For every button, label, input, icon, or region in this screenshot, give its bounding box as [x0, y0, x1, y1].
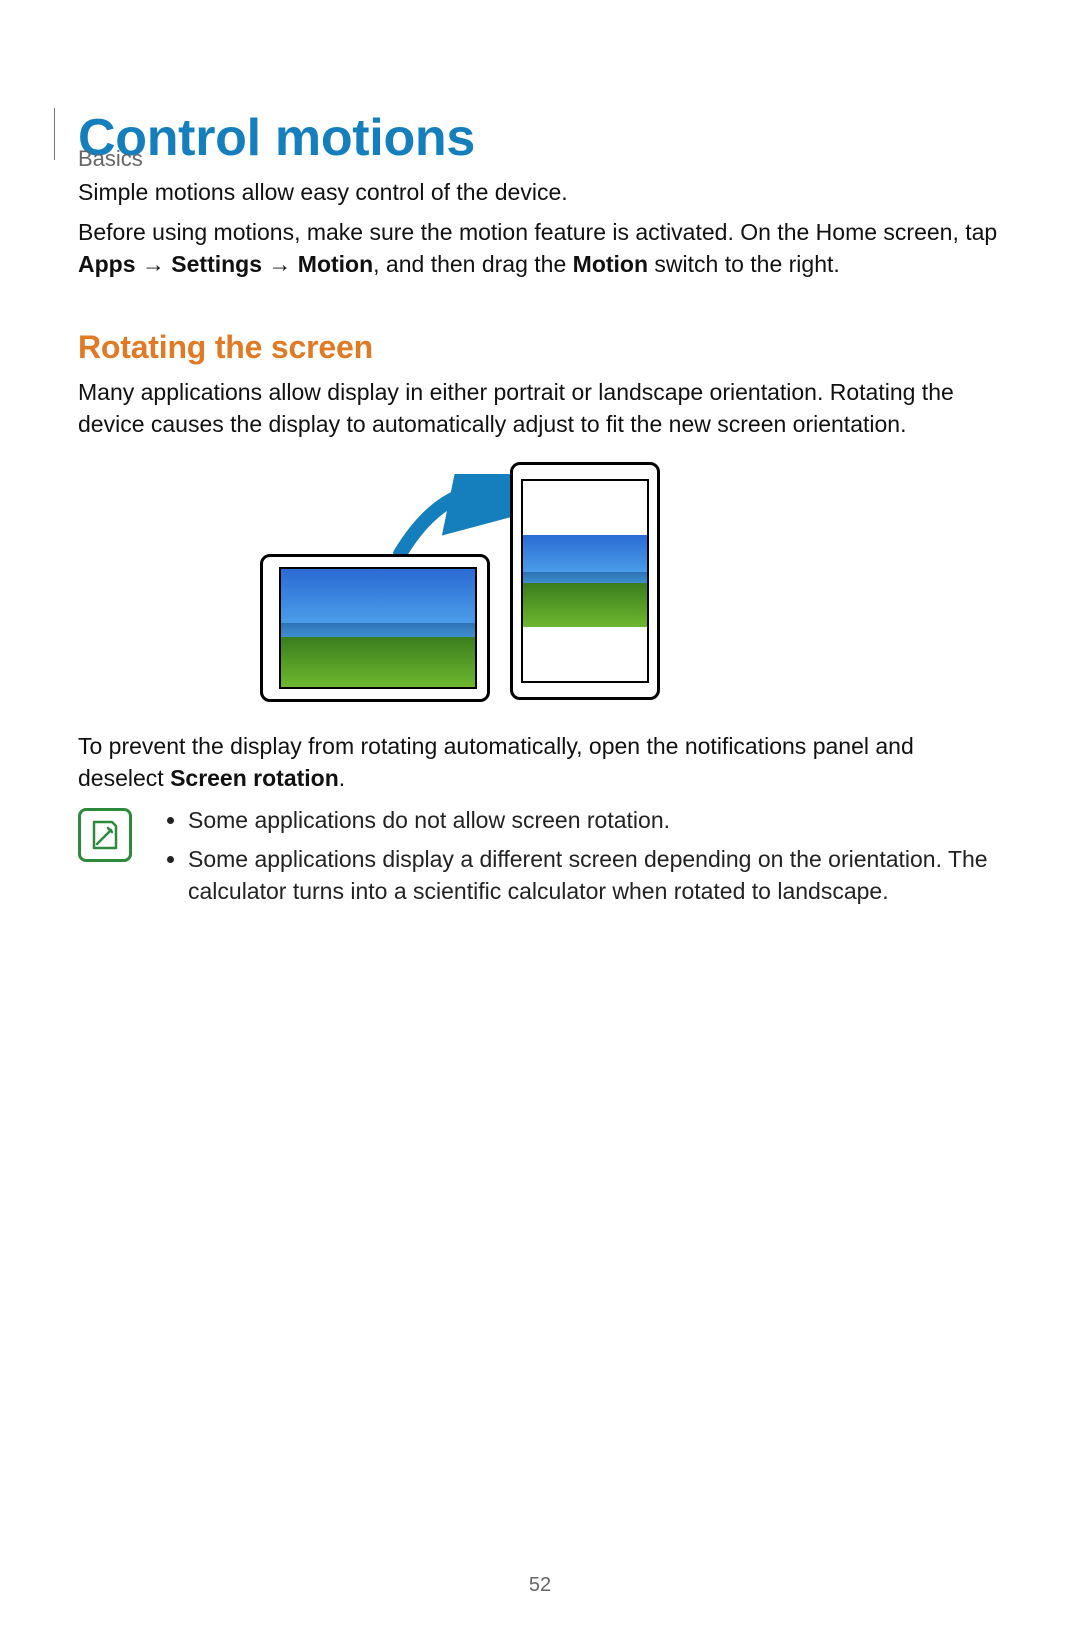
rotate-arrow-icon — [390, 474, 520, 564]
intro-paragraph-1: Simple motions allow easy control of the… — [78, 176, 1002, 208]
device-screen — [521, 479, 649, 683]
figure-stage — [260, 462, 820, 712]
page-tab-mark — [54, 108, 55, 160]
rotation-paragraph-2: To prevent the display from rotating aut… — [78, 730, 1002, 794]
text-run: . — [339, 765, 345, 791]
note-bullets: Some applications do not allow screen ro… — [168, 804, 1002, 913]
section-heading-rotating: Rotating the screen — [78, 329, 1002, 366]
note-item: Some applications do not allow screen ro… — [188, 804, 1002, 836]
rotation-paragraph-1: Many applications allow display in eithe… — [78, 376, 1002, 440]
device-landscape-illustration — [260, 554, 490, 702]
note-icon — [78, 808, 132, 862]
device-portrait-illustration — [510, 462, 660, 700]
apps-label: Apps — [78, 251, 136, 277]
arrow-sep: → — [262, 251, 298, 277]
rotation-figure — [78, 462, 1002, 712]
arrow-sep: → — [136, 251, 172, 277]
page-title: Control motions — [78, 108, 1002, 168]
motion-switch-label: Motion — [573, 251, 648, 277]
note-item: Some applications display a different sc… — [188, 843, 1002, 907]
page-number: 52 — [0, 1574, 1080, 1597]
settings-label: Settings — [171, 251, 262, 277]
photo-illustration — [523, 535, 647, 627]
intro-paragraph-2: Before using motions, make sure the moti… — [78, 216, 1002, 280]
photo-illustration — [281, 569, 475, 687]
screen-rotation-label: Screen rotation — [170, 765, 339, 791]
motion-label: Motion — [298, 251, 373, 277]
text-run: , and then drag the — [373, 251, 573, 277]
manual-page: Basics Control motions Simple motions al… — [0, 108, 1080, 1635]
note-block: Some applications do not allow screen ro… — [78, 804, 1002, 913]
text-run: Before using motions, make sure the moti… — [78, 219, 997, 245]
chapter-label: Basics — [78, 146, 143, 172]
text-run: switch to the right. — [648, 251, 840, 277]
device-screen — [279, 567, 477, 689]
